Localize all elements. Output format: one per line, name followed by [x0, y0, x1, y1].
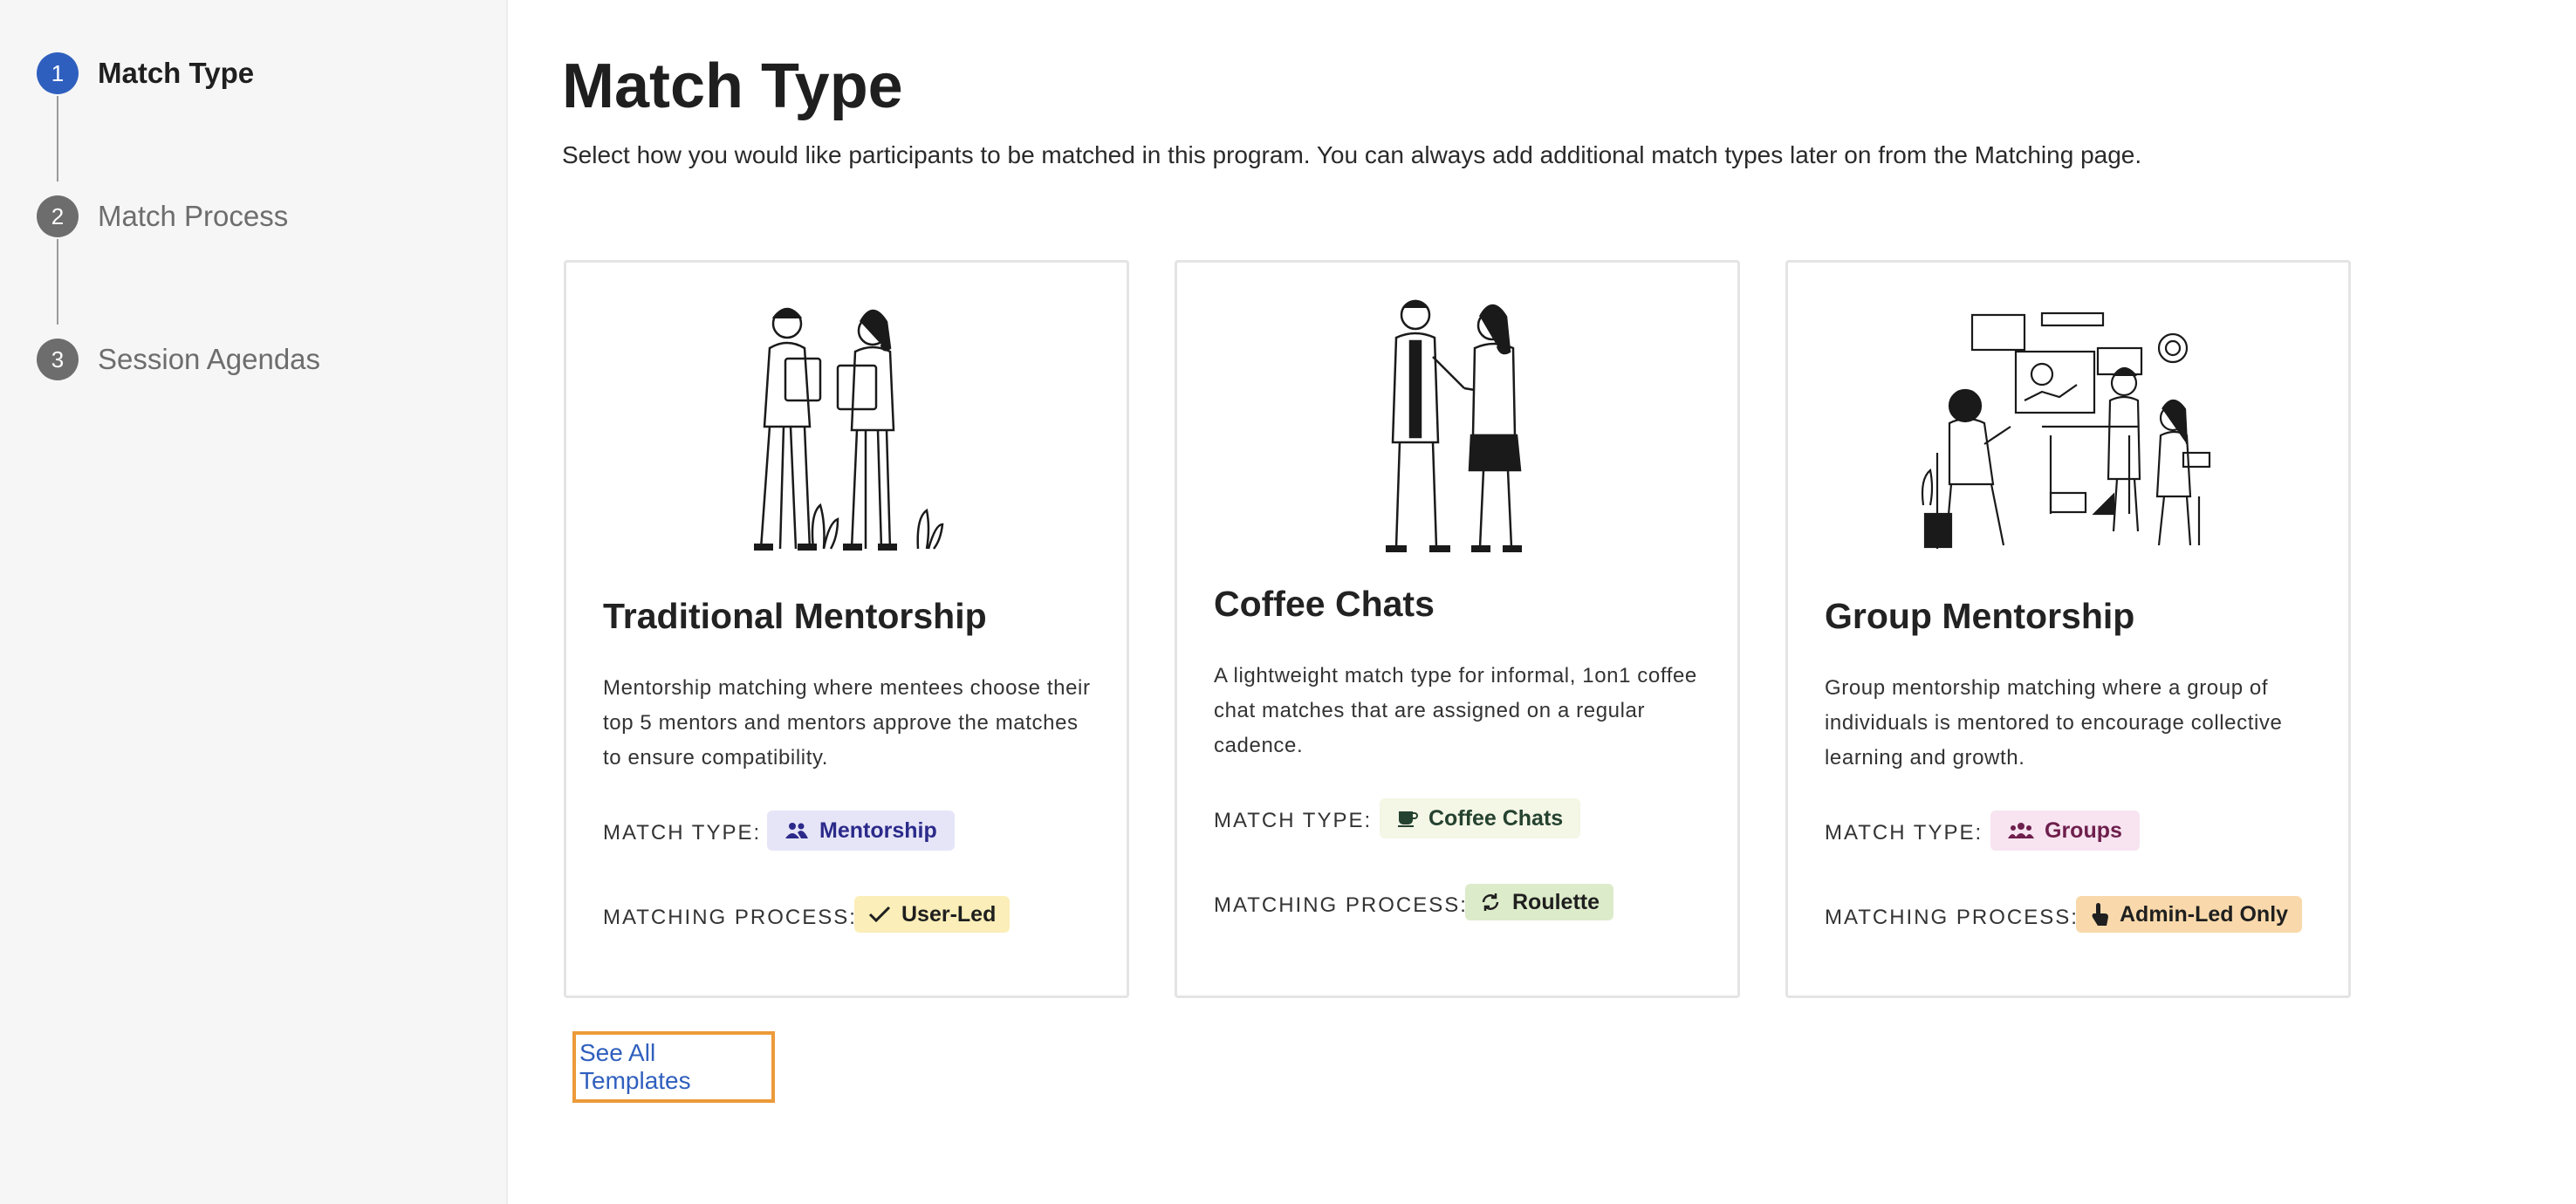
card-coffee-chats[interactable]: Coffee Chats A lightweight match type fo…: [1175, 260, 1740, 998]
step-number: 2: [37, 195, 79, 237]
coffee-cup-icon: [1397, 809, 1418, 828]
matching-process-label: MATCHING PROCESS:: [1214, 893, 1468, 917]
page-title: Match Type: [562, 51, 903, 121]
matching-process-chip: User-Led: [854, 896, 1011, 933]
step-label: Match Type: [98, 57, 255, 89]
card-title: Traditional Mentorship: [603, 596, 987, 636]
match-type-chip: Groups: [1990, 811, 2140, 851]
step-match-process[interactable]: 2 Match Process: [37, 195, 288, 237]
match-type-value: Coffee Chats: [1428, 805, 1564, 831]
check-icon: [868, 906, 891, 923]
step-label: Match Process: [98, 200, 289, 232]
mentorship-illustration: [566, 296, 1127, 558]
matching-process-label: MATCHING PROCESS:: [603, 906, 857, 929]
matching-process-value: User-Led: [901, 901, 997, 927]
step-session-agendas[interactable]: 3 Session Agendas: [37, 339, 320, 380]
step-connector: [57, 96, 58, 181]
card-description: Group mentorship matching where a group …: [1825, 676, 2283, 770]
match-type-label: MATCH TYPE:: [1214, 809, 1373, 832]
hand-pointer-icon: [2090, 902, 2109, 927]
card-traditional-mentorship[interactable]: Traditional Mentorship Mentorship matchi…: [564, 260, 1129, 998]
step-label: Session Agendas: [98, 343, 321, 375]
stepper-sidebar: 1 Match Type 2 Match Process 3 Session A…: [0, 0, 508, 1204]
card-title: Coffee Chats: [1214, 584, 1435, 624]
step-connector: [57, 239, 58, 325]
matching-process-chip: Roulette: [1465, 884, 1613, 920]
match-type-value: Groups: [2045, 817, 2122, 843]
see-all-templates-link[interactable]: See All Templates: [572, 1031, 775, 1103]
card-title: Group Mentorship: [1825, 596, 2135, 636]
matching-process-value: Admin-Led Only: [2120, 901, 2289, 927]
matching-process-value: Roulette: [1512, 889, 1600, 914]
card-description: A lightweight match type for informal, 1…: [1214, 664, 1697, 757]
handshake-illustration: [1177, 296, 1737, 558]
match-type-label: MATCH TYPE:: [603, 821, 762, 845]
match-type-label: MATCH TYPE:: [1825, 821, 1983, 845]
match-type-chip: Mentorship: [767, 811, 955, 851]
group-meeting-illustration: [1788, 296, 2348, 558]
page-description: Select how you would like participants t…: [562, 141, 2142, 168]
step-match-type[interactable]: 1 Match Type: [37, 52, 254, 94]
groups-icon: [2008, 822, 2034, 839]
card-description: Mentorship matching where mentees choose…: [603, 676, 1091, 770]
people-icon: [784, 822, 809, 839]
matching-process-label: MATCHING PROCESS:: [1825, 906, 2079, 929]
match-type-value: Mentorship: [819, 817, 937, 843]
step-number: 3: [37, 339, 79, 380]
refresh-icon: [1479, 891, 1502, 913]
match-type-chip: Coffee Chats: [1380, 798, 1581, 838]
matching-process-chip: Admin-Led Only: [2076, 896, 2303, 933]
card-group-mentorship[interactable]: Group Mentorship Group mentorship matchi…: [1785, 260, 2351, 998]
step-number: 1: [37, 52, 79, 94]
